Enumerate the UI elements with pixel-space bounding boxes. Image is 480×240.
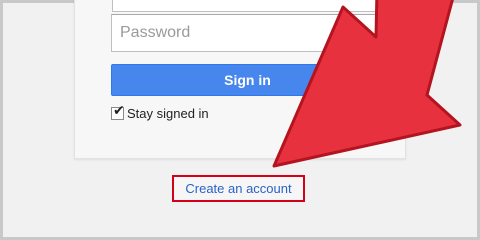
create-account-link[interactable]: Create an account xyxy=(172,175,305,202)
stay-signed-in-checkbox[interactable]: ✔ xyxy=(111,103,125,120)
checkmark-icon: ✔ xyxy=(113,102,125,119)
sign-in-button[interactable]: Sign in xyxy=(111,64,384,96)
stay-signed-in-label: Stay signed in xyxy=(127,105,209,121)
stay-signed-in-row[interactable]: ✔ Stay signed in xyxy=(111,103,209,122)
password-field[interactable] xyxy=(111,14,383,52)
email-field[interactable] xyxy=(112,0,382,12)
